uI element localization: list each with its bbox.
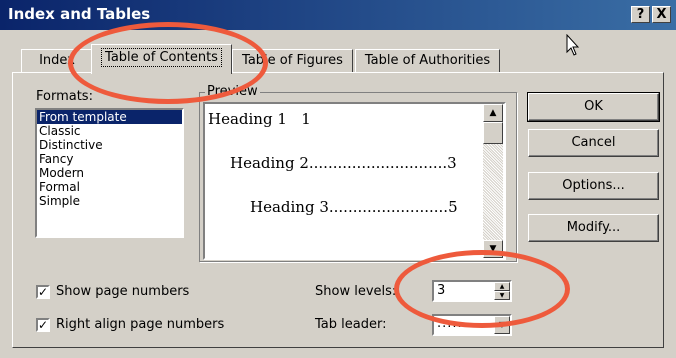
ok-button[interactable]: OK (527, 92, 660, 122)
spin-down-icon[interactable]: ▼ (494, 291, 510, 300)
scroll-up-icon[interactable]: ▲ (483, 104, 503, 122)
preview-heading-2: Heading 2 (230, 154, 309, 172)
list-item[interactable]: Modern (37, 166, 182, 180)
tab-leader-value: ....... (437, 316, 473, 331)
list-item[interactable]: Formal (37, 180, 182, 194)
preview-label: Preview (205, 84, 260, 99)
right-align-label: Right align page numbers (56, 317, 225, 332)
modify-button[interactable]: Modify... (528, 214, 659, 242)
tab-index[interactable]: Index (21, 49, 93, 73)
tab-table-of-contents-label: Table of Contents (101, 48, 222, 67)
spin-buttons: ▲ ▼ (494, 282, 510, 300)
dropdown-arrow-icon[interactable]: ▼ (494, 316, 510, 334)
preview-leader-3: ......................... (328, 198, 449, 216)
list-item[interactable]: From template (37, 110, 182, 124)
show-levels-spinner[interactable]: 3 ▲ ▼ (432, 280, 512, 302)
preview-pane: Heading 1 1 Heading 2...................… (203, 102, 506, 260)
tab-index-label: Index (39, 53, 75, 68)
cancel-button[interactable]: Cancel (528, 129, 659, 157)
tab-leader-label: Tab leader: (315, 317, 387, 332)
preview-page-3: 5 (448, 198, 458, 216)
tab-table-of-authorities[interactable]: Table of Authorities (355, 49, 500, 73)
scroll-down-icon[interactable]: ▼ (483, 240, 503, 258)
preview-leader-1 (287, 110, 301, 128)
close-icon[interactable]: X (652, 6, 671, 23)
preview-line-3: Heading 3.........................5 (250, 198, 458, 216)
preview-scrollbar[interactable]: ▲ ▼ (483, 104, 503, 258)
mouse-cursor-icon (566, 34, 580, 56)
spin-up-icon[interactable]: ▲ (494, 282, 510, 291)
preview-leader-2: ............................. (308, 154, 448, 172)
checkmark-icon: ✓ (38, 285, 49, 299)
options-button[interactable]: Options... (528, 172, 659, 200)
preview-heading-1: Heading 1 (208, 110, 287, 128)
preview-heading-3: Heading 3 (250, 198, 329, 216)
list-item[interactable]: Classic (37, 124, 182, 138)
preview-line-1: Heading 1 1 (208, 110, 311, 128)
tab-table-of-contents[interactable]: Table of Contents (91, 44, 232, 74)
show-levels-label: Show levels: (315, 284, 397, 299)
show-page-numbers-checkbox[interactable]: ✓ (36, 285, 50, 299)
list-item[interactable]: Simple (37, 194, 182, 208)
index-and-tables-dialog: Index and Tables ? X Index Table of Cont… (0, 0, 676, 358)
checkmark-icon: ✓ (38, 318, 49, 332)
scroll-thumb[interactable] (483, 122, 503, 144)
list-item[interactable]: Distinctive (37, 138, 182, 152)
tab-leader-combo[interactable]: ....... ▼ (432, 314, 512, 336)
tab-table-of-figures[interactable]: Table of Figures (232, 49, 353, 73)
preview-page-1: 1 (301, 110, 311, 128)
preview-line-2: Heading 2.............................3 (230, 154, 457, 172)
show-levels-value[interactable]: 3 (437, 283, 445, 298)
list-item[interactable]: Fancy (37, 152, 182, 166)
title-bar[interactable]: Index and Tables ? X (0, 0, 676, 30)
formats-listbox[interactable]: From template Classic Distinctive Fancy … (35, 108, 184, 238)
window-title: Index and Tables (8, 5, 151, 23)
show-page-numbers-label: Show page numbers (56, 284, 190, 299)
tab-table-of-figures-label: Table of Figures (242, 53, 343, 68)
right-align-checkbox[interactable]: ✓ (36, 318, 50, 332)
preview-page-2: 3 (447, 154, 457, 172)
tab-table-of-authorities-label: Table of Authorities (364, 53, 491, 68)
help-icon[interactable]: ? (631, 6, 650, 23)
formats-label: Formats: (36, 89, 93, 104)
